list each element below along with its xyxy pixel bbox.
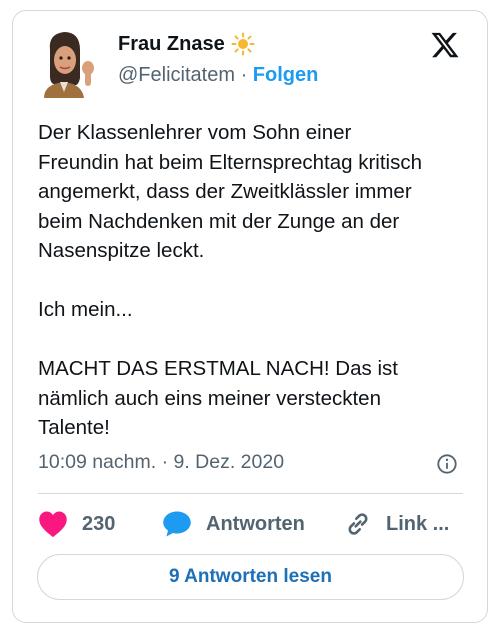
author-handle-row: @Felicitatem · Folgen — [118, 64, 318, 87]
reply-label: Antworten — [206, 512, 305, 535]
read-replies-button[interactable]: 9 Antworten lesen — [37, 554, 464, 600]
sun-icon — [231, 32, 255, 56]
like-button[interactable]: 230 — [38, 507, 115, 541]
tweet-text: Der Klassenlehrer vom Sohn einer Freundi… — [38, 118, 468, 443]
x-logo-icon[interactable] — [430, 30, 460, 60]
heart-icon — [39, 511, 67, 538]
divider — [38, 493, 463, 494]
author-name[interactable]: Frau Znase — [118, 33, 225, 56]
tweet-line: Nasenspitze leckt. — [38, 239, 205, 262]
copy-link-button[interactable]: Link ... — [344, 507, 449, 541]
tweet-line: beim Nachdenken mit der Zunge an der — [38, 209, 400, 233]
like-count: 230 — [82, 512, 116, 535]
tweet-timestamp[interactable]: 10:09 nachm. · 9. Dez. 2020 — [38, 451, 284, 474]
author-handle[interactable]: @Felicitatem — [118, 64, 235, 86]
tweet-line: nämlich auch eins meiner versteckten — [38, 386, 381, 410]
tweet-line: Freundin hat beim Elternsprechtag kritis… — [38, 150, 422, 174]
tweet-line: MACHT DAS ERSTMAL NACH! Das ist — [38, 357, 398, 380]
handle-separator: · — [240, 64, 248, 86]
read-replies-label: 9 Antworten lesen — [169, 566, 332, 587]
tweet-line: Talente! — [38, 416, 110, 439]
follow-button[interactable]: Folgen — [253, 64, 319, 86]
tweet-line: Der Klassenlehrer vom Sohn einer — [38, 121, 352, 144]
avatar[interactable] — [30, 26, 100, 98]
link-icon — [348, 513, 368, 535]
author-name-row[interactable]: Frau Znase — [118, 32, 255, 56]
tweet-line: angemerkt, dass der Zweitklässler immer — [38, 180, 412, 203]
speech-bubble-icon — [163, 511, 191, 537]
link-label: Link ... — [386, 512, 450, 535]
reply-button[interactable]: Antworten — [162, 507, 305, 541]
info-icon[interactable] — [436, 453, 458, 475]
tweet-line: Ich mein... — [38, 298, 133, 321]
